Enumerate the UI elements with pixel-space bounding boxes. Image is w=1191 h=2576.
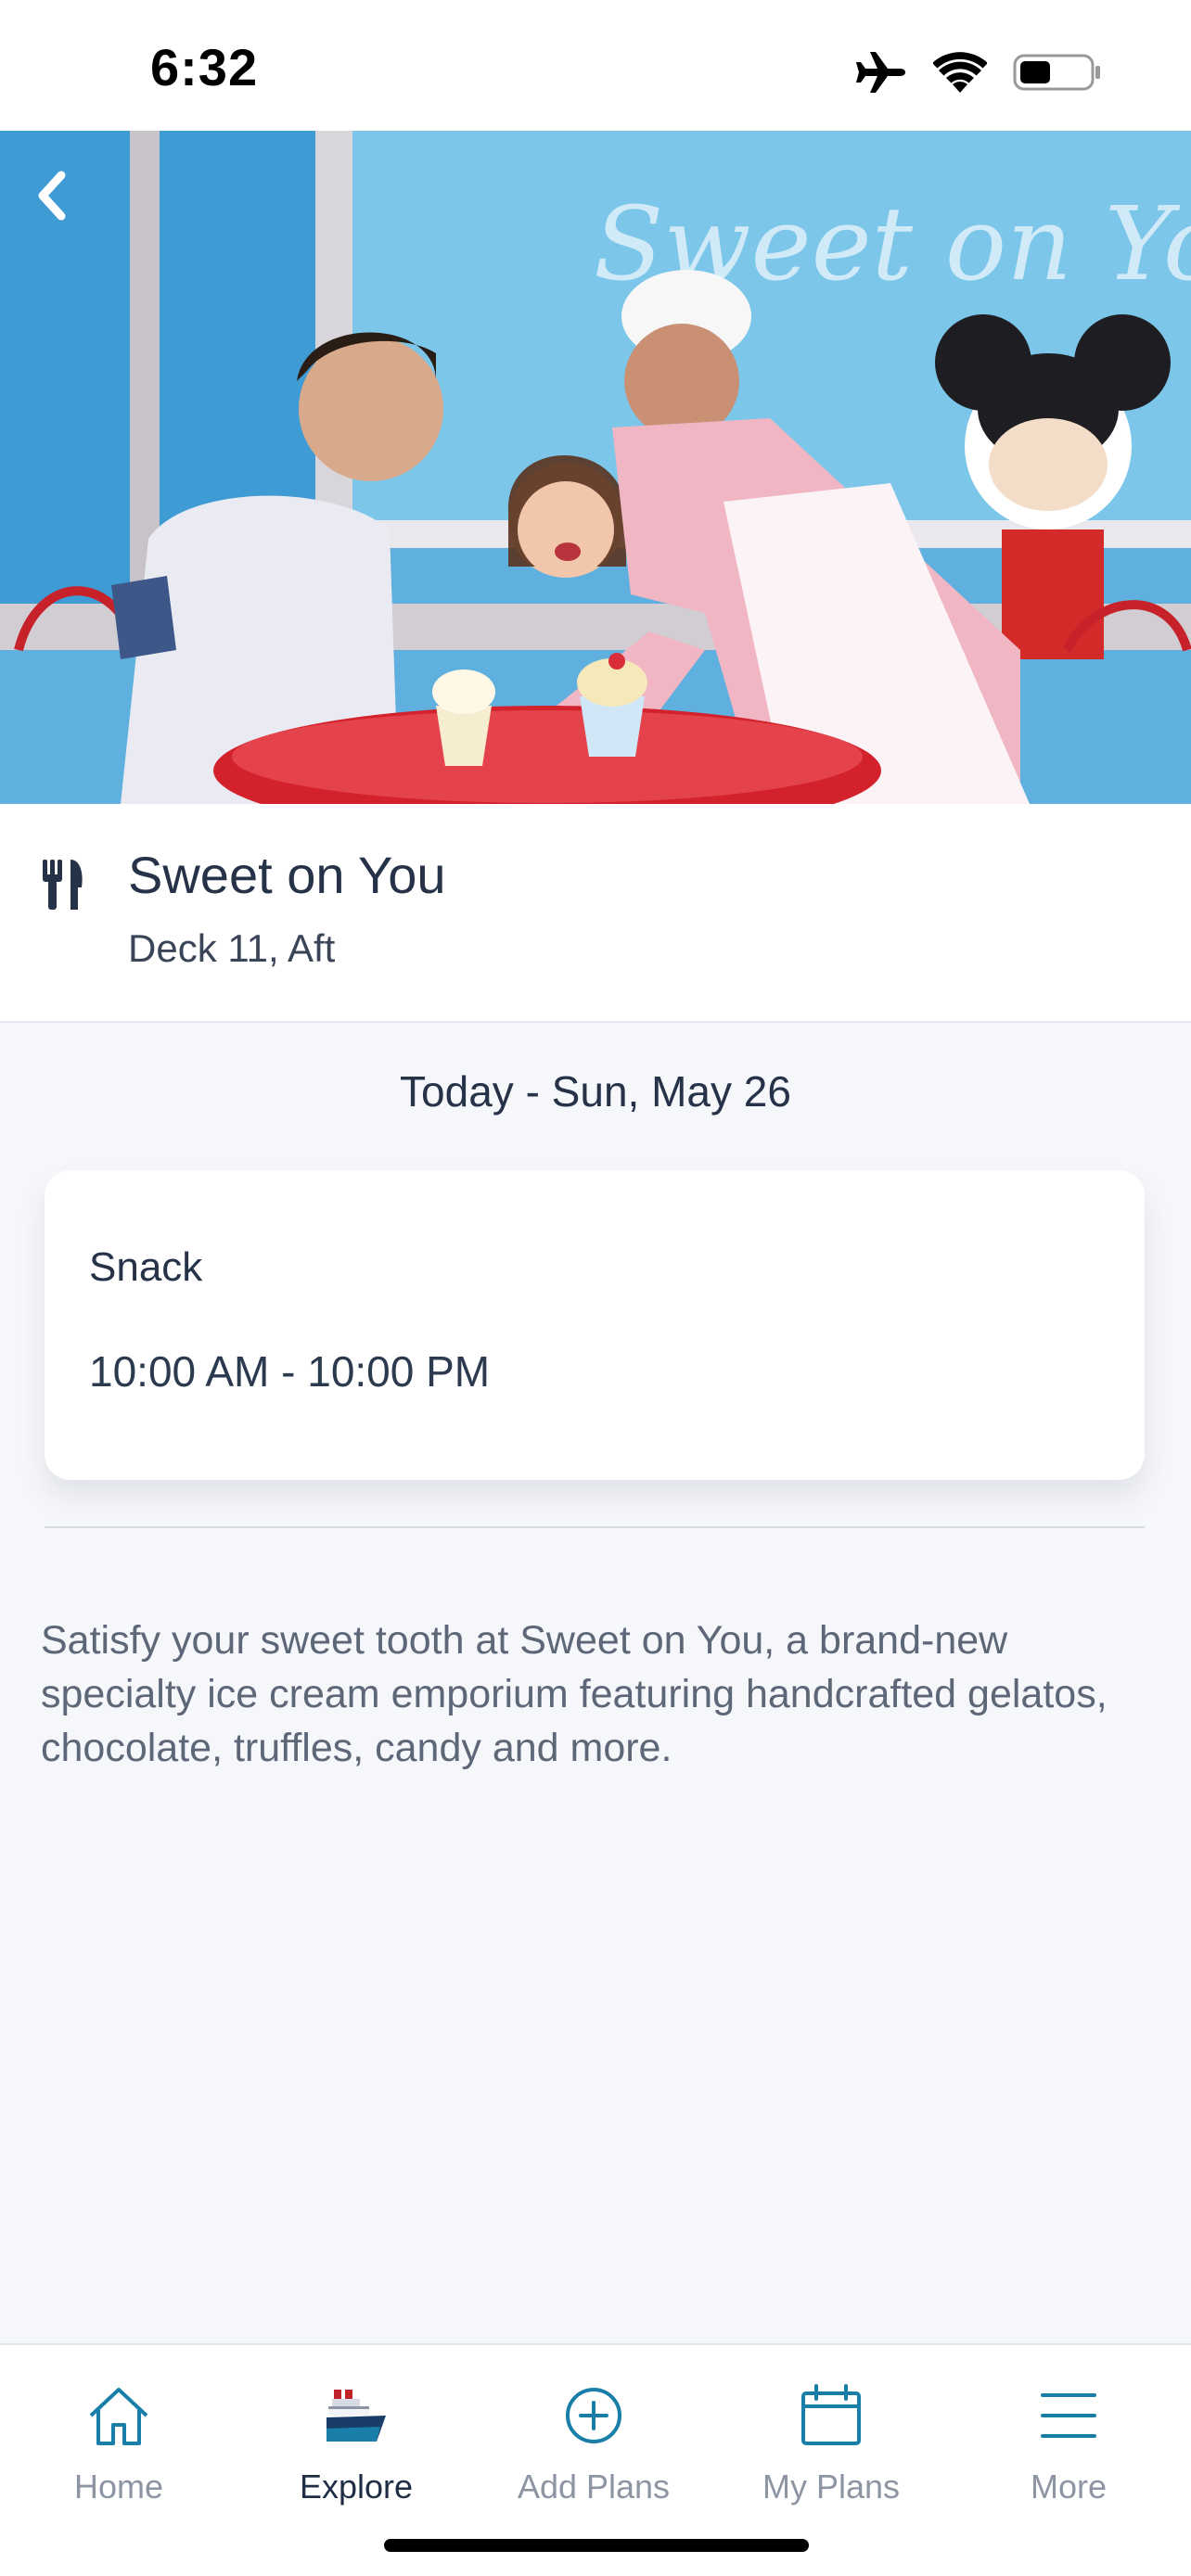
tab-my-plans[interactable]: My Plans: [712, 2364, 950, 2512]
ship-icon: [327, 2390, 386, 2442]
venue-header: Sweet on You Deck 11, Aft: [0, 804, 1191, 1023]
tab-explore[interactable]: Explore: [237, 2364, 475, 2512]
dining-utensils-icon: [43, 860, 83, 910]
wifi-icon: [933, 52, 987, 93]
home-indicator: [384, 2539, 809, 2552]
hours-card: Snack 10:00 AM - 10:00 PM: [45, 1170, 1145, 1480]
tab-label: Explore: [299, 2468, 414, 2506]
tab-add-plans[interactable]: Add Plans: [475, 2364, 712, 2512]
divider: [45, 1526, 1145, 1528]
chevron-left-icon: [38, 171, 66, 221]
menu-icon: [1041, 2393, 1096, 2438]
venue-description: Satisfy your sweet tooth at Sweet on You…: [41, 1618, 1108, 1770]
battery-icon: [1013, 54, 1100, 91]
tab-more[interactable]: More: [950, 2364, 1187, 2512]
tab-label: Home: [73, 2468, 164, 2506]
meal-hours: 10:00 AM - 10:00 PM: [89, 1347, 491, 1396]
meal-type: Snack: [89, 1244, 203, 1290]
hero-image: Sweet on You: [0, 131, 1191, 804]
status-bar: 6:32: [0, 0, 1191, 131]
back-button[interactable]: [33, 168, 100, 235]
calendar-icon: [801, 2384, 861, 2445]
add-circle-icon: [566, 2388, 621, 2443]
tab-label: Add Plans: [517, 2468, 671, 2506]
schedule-date: Today - Sun, May 26: [400, 1067, 791, 1116]
status-icons: [855, 45, 1102, 100]
venue-title: Sweet on You: [128, 846, 446, 904]
airplane-icon: [856, 52, 905, 93]
status-time: 6:32: [150, 38, 259, 96]
tab-home[interactable]: Home: [0, 2364, 237, 2512]
tab-label: My Plans: [762, 2468, 901, 2506]
venue-location: Deck 11, Aft: [128, 926, 336, 970]
tab-label: More: [1030, 2468, 1108, 2506]
home-icon: [89, 2388, 148, 2445]
family-ice-cream-photo: Sweet on You: [0, 131, 1191, 804]
